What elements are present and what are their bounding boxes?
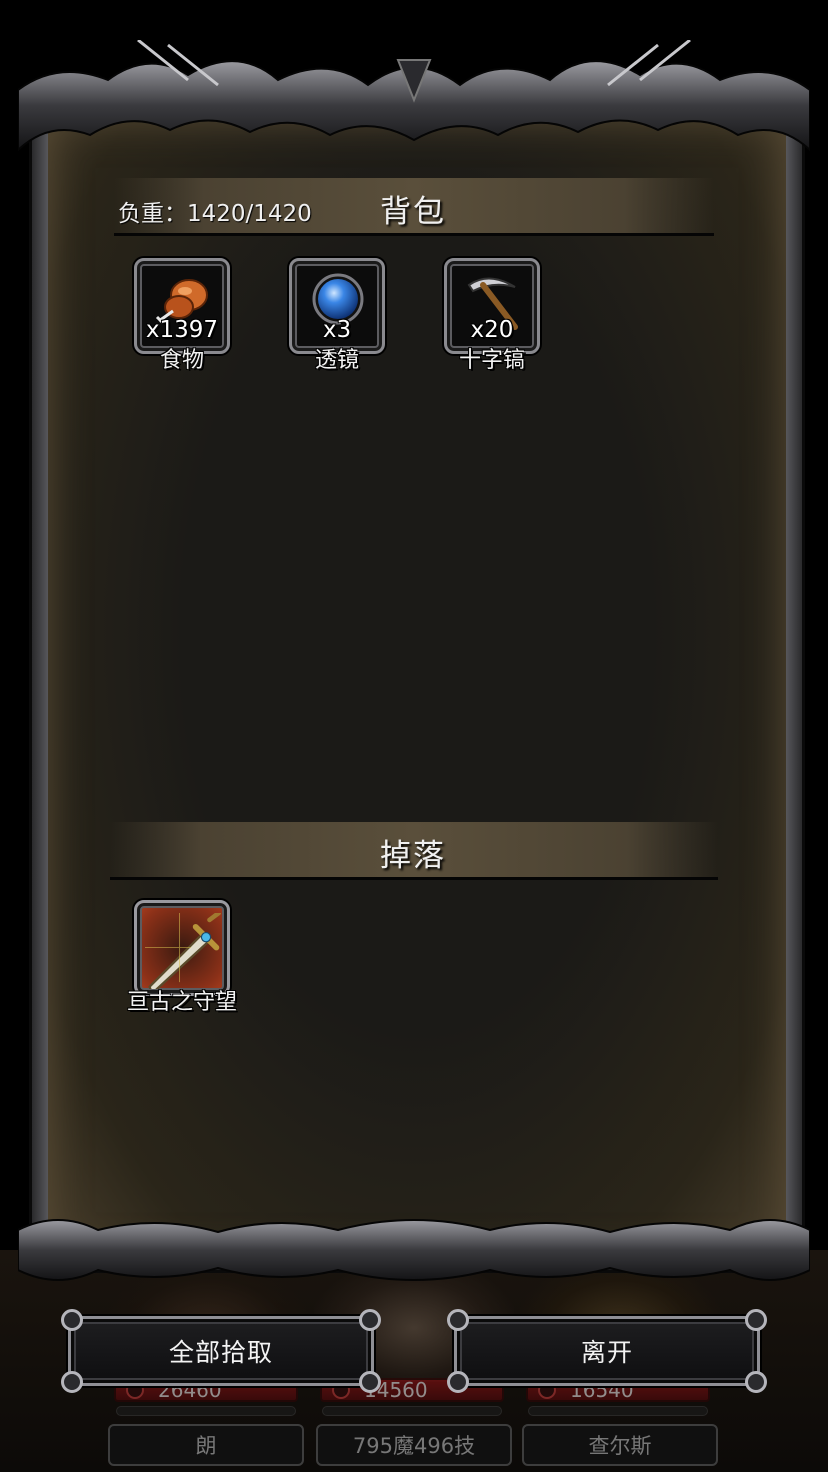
item-count: x1397 xyxy=(145,317,219,343)
inventory-slot-pickaxe[interactable]: x20 十字镐 xyxy=(444,258,540,373)
frame-crest-top xyxy=(18,40,810,152)
item-slot-frame[interactable]: x1397 xyxy=(134,258,230,354)
hero-mp-bar xyxy=(116,1406,296,1416)
item-name: 食物 xyxy=(159,348,204,373)
hero-mp-bar xyxy=(528,1406,708,1416)
hero-name-plate[interactable]: 朗 xyxy=(108,1424,304,1466)
loot-slot-sword[interactable]: 亘古之守望 xyxy=(127,900,237,1015)
loot-title: 掉落 xyxy=(380,838,446,874)
inventory-slot-lens[interactable]: x3 透镜 xyxy=(289,258,385,373)
item-count: x20 xyxy=(470,317,514,343)
item-count: x3 xyxy=(322,317,352,343)
hero-name-plate[interactable]: 795魔496技 xyxy=(316,1424,512,1466)
item-slot-frame[interactable]: x20 xyxy=(444,258,540,354)
pickup-all-button[interactable]: 全部拾取 xyxy=(61,1309,381,1393)
item-slot-frame[interactable]: x3 xyxy=(289,258,385,354)
item-name: 亘古之守望 xyxy=(126,990,237,1015)
weight-label: 负重：1420/1420 xyxy=(118,201,312,227)
pickup-all-label: 全部拾取 xyxy=(168,1338,273,1367)
item-name: 透镜 xyxy=(314,348,359,373)
leave-label: 离开 xyxy=(580,1338,633,1367)
inventory-title: 背包 xyxy=(380,194,446,230)
sword-icon xyxy=(145,913,221,989)
leave-button[interactable]: 离开 xyxy=(447,1309,767,1393)
hero-name-plate[interactable]: 查尔斯 xyxy=(522,1424,718,1466)
frame-crest-bottom xyxy=(18,1219,810,1281)
inventory-slot-food[interactable]: x1397 食物 xyxy=(134,258,230,373)
item-name: 十字镐 xyxy=(458,348,525,373)
hero-mp-bar xyxy=(322,1406,502,1416)
item-slot-frame[interactable] xyxy=(134,900,230,996)
